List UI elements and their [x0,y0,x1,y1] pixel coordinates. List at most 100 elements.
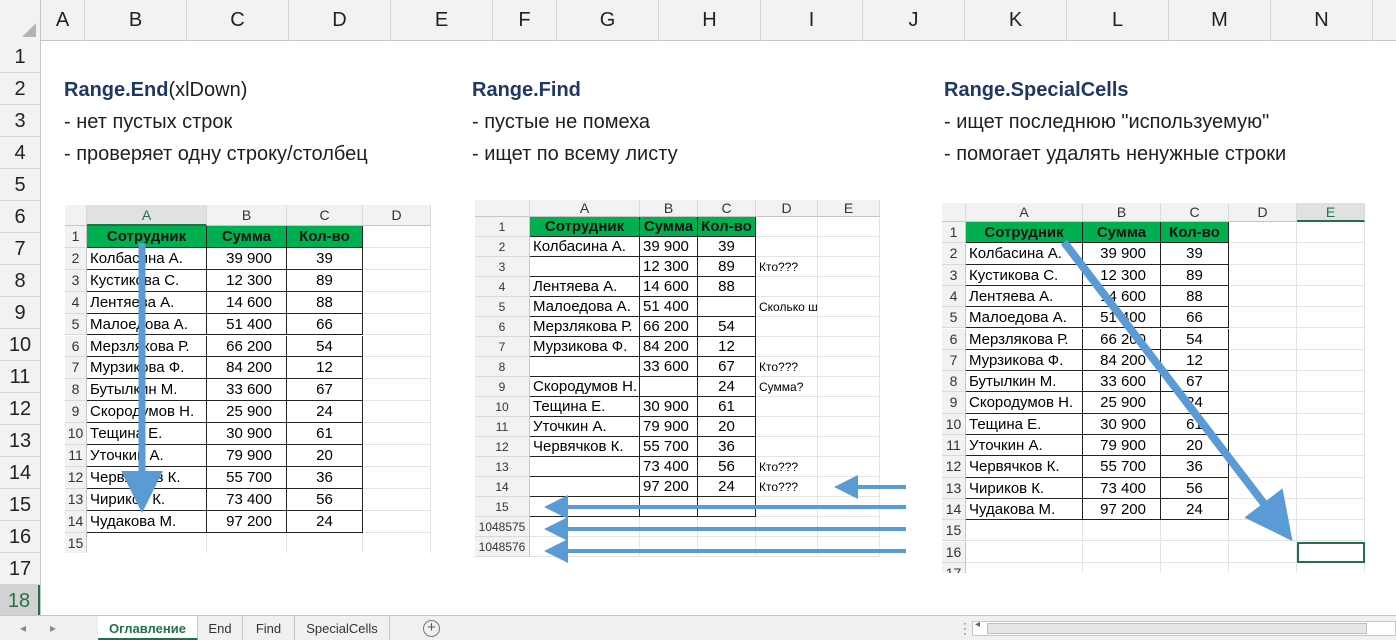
column-header-g[interactable]: G [557,0,659,41]
mini-column-header-c: C [1161,203,1229,222]
column-header-e[interactable]: E [391,0,493,41]
mini-row-header: 15 [475,497,530,517]
row-header-17[interactable]: 17 [0,553,40,585]
tab-specialcells[interactable]: SpecialCells [295,616,390,640]
column-header-a[interactable]: A [41,0,85,41]
mini-cell [1297,371,1365,393]
row-header-9[interactable]: 9 [0,297,40,329]
mini-cell [756,537,818,557]
row-header-13[interactable]: 13 [0,425,40,457]
column-header-d[interactable]: D [289,0,391,41]
end-example-image: A B C D 1 Сотрудник Сумма Кол-во 2 Колбасина А. 39… [65,205,431,553]
mini-column-header-d: D [363,205,431,226]
name-cell: Лентяева А. [87,291,207,314]
column-header-j[interactable]: J [863,0,965,41]
select-all-corner[interactable] [0,0,41,41]
note-cell [756,437,818,457]
mini-row-header: 2 [65,247,87,270]
mini-row-header: 10 [475,397,530,417]
row-header-12[interactable]: 12 [0,393,40,425]
qty-cell: 36 [287,466,363,489]
mini-row-header: 4 [942,285,966,308]
sum-cell: 25 900 [1083,392,1161,414]
qty-cell: 88 [698,277,756,297]
qty-cell: 54 [698,317,756,337]
mini-cell [1297,392,1365,414]
tab-end[interactable]: End [198,616,243,640]
name-cell: Червячков К. [966,456,1083,478]
sum-cell: 73 400 [1083,477,1161,499]
row-header-4[interactable]: 4 [0,137,40,169]
scroll-tabs-right-icon[interactable]: ▸ [50,616,56,640]
qty-cell: 61 [287,423,363,445]
mini-cell [1297,435,1365,457]
row-header-5[interactable]: 5 [0,169,40,201]
column-header-c[interactable]: C [187,0,289,41]
column-header-b[interactable]: B [85,0,187,41]
mini-row-header: 8 [475,357,530,377]
name-cell: Мурзикова Ф. [966,349,1083,372]
sum-cell: 51 400 [207,313,287,336]
row-header-14[interactable]: 14 [0,457,40,489]
scroll-tabs-left-icon[interactable]: ◂ [20,616,26,640]
add-sheet-icon[interactable]: + [423,620,440,637]
note-cell [756,277,818,297]
row-header-1[interactable]: 1 [0,41,40,73]
qty-cell: 36 [698,437,756,457]
name-cell: Мерзлякова Р. [966,328,1083,350]
scrollbar-thumb[interactable] [987,623,1367,634]
column-header-n[interactable]: N [1271,0,1373,41]
horizontal-scrollbar[interactable]: ◂ [972,619,1396,636]
column-header-h[interactable]: H [659,0,761,41]
row-header-15[interactable]: 15 [0,489,40,521]
mini-row-header: 14 [65,510,87,533]
split-handle-icon[interactable]: ⋮ [958,616,972,640]
tab-oglavlenie[interactable]: Оглавление [98,616,198,640]
column-header-k[interactable]: K [965,0,1067,41]
qty-cell: 67 [1161,371,1229,393]
mini-cell [363,269,431,292]
sum-cell: 79 900 [207,445,287,467]
mini-cell [1229,349,1297,372]
row-header-18[interactable]: 18 [0,585,40,617]
sum-cell: 30 900 [1083,413,1161,435]
mini-cell [1229,541,1297,563]
note-cell: Кто??? [756,257,818,277]
column-header-i[interactable]: I [761,0,863,41]
row-header-3[interactable]: 3 [0,105,40,137]
column-header-o[interactable]: O [1373,0,1396,41]
mini-cell [1229,413,1297,435]
mini-cell [363,335,431,358]
name-cell: Колбасина А. [87,247,207,270]
mini-row-header: 2 [475,237,530,257]
sum-cell: 97 200 [207,510,287,533]
mini-row-header: 4 [65,291,87,314]
row-header-10[interactable]: 10 [0,329,40,361]
row-header-2[interactable]: 2 [0,73,40,105]
name-cell: Тещина Е. [966,413,1083,435]
mini-row-header: 12 [942,456,966,478]
name-cell: Мерзлякова Р. [530,317,640,337]
column-header-f[interactable]: F [493,0,557,41]
mini-cell [1229,285,1297,308]
row-header-7[interactable]: 7 [0,233,40,265]
name-cell: Уточкин А. [966,435,1083,457]
column-header-l[interactable]: L [1067,0,1169,41]
mini-cell [1297,477,1365,499]
table-header-cell: Кол-во [1161,222,1229,244]
mini-cell [1297,456,1365,478]
mini-row-header: 3 [475,257,530,277]
row-header-11[interactable]: 11 [0,361,40,393]
scroll-left-icon[interactable]: ◂ [975,619,980,630]
row-header-16[interactable]: 16 [0,521,40,553]
tab-find[interactable]: Find [243,616,295,640]
row-header-6[interactable]: 6 [0,201,40,233]
name-cell: Тещина Е. [87,423,207,445]
table-header-cell: Сумма [207,226,287,248]
column-header-m[interactable]: M [1169,0,1271,41]
mini-cell [363,357,431,380]
sum-cell: 33 600 [640,357,698,377]
mini-cell [818,517,880,537]
mini-column-header-c: C [287,205,363,226]
row-header-8[interactable]: 8 [0,265,40,297]
